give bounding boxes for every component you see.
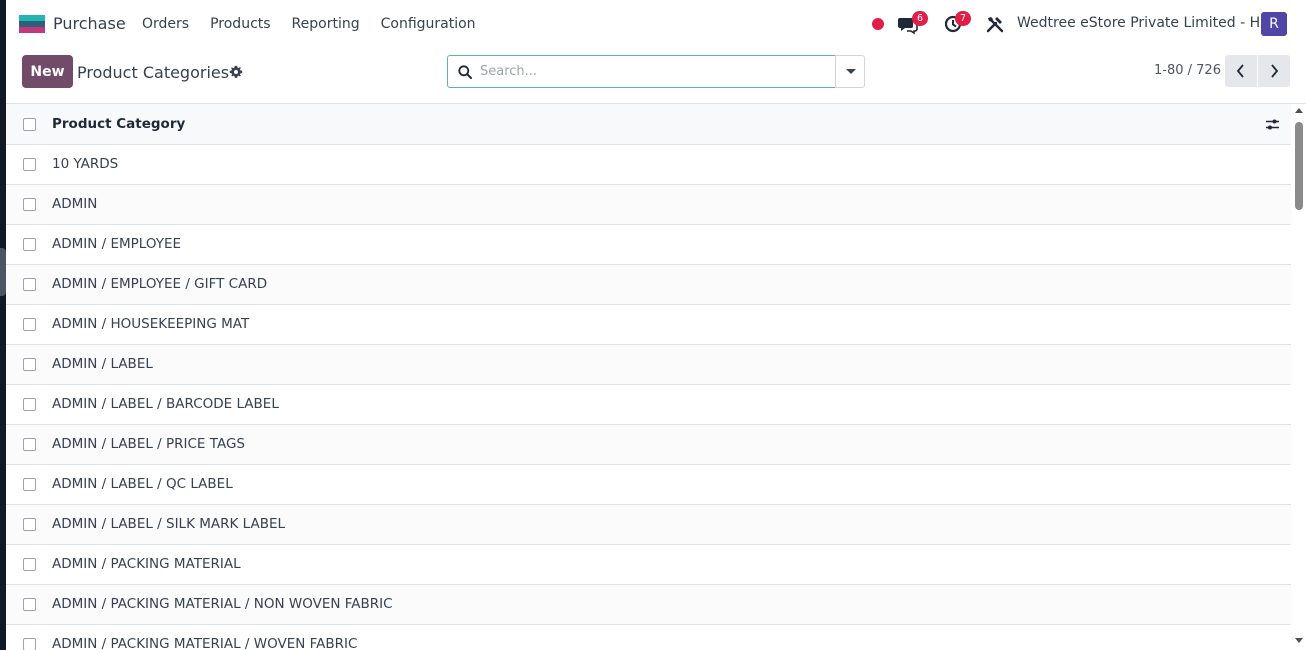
table-row[interactable]: ADMIN / EMPLOYEE / GIFT CARD bbox=[6, 265, 1291, 305]
category-name[interactable]: ADMIN / LABEL / BARCODE LABEL bbox=[52, 396, 279, 412]
category-name[interactable]: ADMIN / LABEL / QC LABEL bbox=[52, 476, 233, 492]
category-list: Product Category 10 YARDS ADMIN ADMIN / … bbox=[6, 104, 1291, 650]
menu-orders[interactable]: Orders bbox=[142, 16, 189, 32]
menu-reporting[interactable]: Reporting bbox=[292, 16, 360, 32]
menu-configuration[interactable]: Configuration bbox=[381, 16, 476, 32]
recording-indicator-icon[interactable] bbox=[872, 18, 884, 30]
table-row[interactable]: ADMIN / LABEL / PRICE TAGS bbox=[6, 425, 1291, 465]
row-checkbox[interactable] bbox=[23, 638, 36, 650]
table-row[interactable]: ADMIN / LABEL / BARCODE LABEL bbox=[6, 385, 1291, 425]
activities-count-badge: 7 bbox=[955, 11, 971, 26]
row-checkbox[interactable] bbox=[23, 478, 36, 491]
pager-value[interactable]: 1-80 / 726 bbox=[1154, 63, 1221, 78]
scroll-down-arrow-icon[interactable] bbox=[1295, 638, 1303, 643]
category-name[interactable]: 10 YARDS bbox=[52, 156, 118, 172]
page-title: Product Categories bbox=[77, 63, 230, 82]
category-name[interactable]: ADMIN / HOUSEKEEPING MAT bbox=[52, 316, 249, 332]
table-row[interactable]: ADMIN / LABEL / SILK MARK LABEL bbox=[6, 505, 1291, 545]
table-row[interactable]: ADMIN / LABEL bbox=[6, 345, 1291, 385]
category-name[interactable]: ADMIN / PACKING MATERIAL / WOVEN FABRIC bbox=[52, 636, 357, 650]
search-options-toggle[interactable] bbox=[835, 55, 865, 88]
pager-next-button[interactable] bbox=[1258, 55, 1290, 87]
caret-down-icon bbox=[846, 69, 856, 74]
user-avatar[interactable]: R bbox=[1261, 12, 1287, 36]
row-checkbox[interactable] bbox=[23, 438, 36, 451]
top-navbar: Purchase Orders Products Reporting Confi… bbox=[6, 0, 1306, 47]
control-panel: New Product Categories 1-80 / 726 bbox=[6, 47, 1306, 104]
category-name[interactable]: ADMIN bbox=[52, 196, 97, 212]
table-row[interactable]: ADMIN / PACKING MATERIAL / WOVEN FABRIC bbox=[6, 625, 1291, 650]
row-checkbox[interactable] bbox=[23, 398, 36, 411]
row-checkbox[interactable] bbox=[23, 358, 36, 371]
purchase-app-icon[interactable] bbox=[19, 15, 45, 33]
category-name[interactable]: ADMIN / PACKING MATERIAL bbox=[52, 556, 241, 572]
table-row[interactable]: ADMIN / PACKING MATERIAL bbox=[6, 545, 1291, 585]
row-checkbox[interactable] bbox=[23, 278, 36, 291]
app-window: Purchase Orders Products Reporting Confi… bbox=[6, 0, 1306, 650]
scroll-up-arrow-icon[interactable] bbox=[1295, 108, 1303, 113]
table-row[interactable]: ADMIN / EMPLOYEE bbox=[6, 225, 1291, 265]
column-header-product-category[interactable]: Product Category bbox=[52, 116, 185, 132]
table-row[interactable]: ADMIN / HOUSEKEEPING MAT bbox=[6, 305, 1291, 345]
row-checkbox[interactable] bbox=[23, 198, 36, 211]
row-checkbox[interactable] bbox=[23, 238, 36, 251]
messages-count-badge: 6 bbox=[912, 11, 928, 26]
search-icon bbox=[458, 65, 472, 79]
list-scrollbar[interactable] bbox=[1292, 104, 1306, 650]
optional-columns-sliders-icon[interactable] bbox=[1265, 117, 1280, 132]
chevron-left-icon bbox=[1236, 64, 1244, 78]
category-name[interactable]: ADMIN / PACKING MATERIAL / NON WOVEN FAB… bbox=[52, 596, 393, 612]
table-row[interactable]: ADMIN / LABEL / QC LABEL bbox=[6, 465, 1291, 505]
row-checkbox[interactable] bbox=[23, 518, 36, 531]
category-name[interactable]: ADMIN / LABEL / PRICE TAGS bbox=[52, 436, 245, 452]
list-header: Product Category bbox=[6, 104, 1291, 145]
table-row[interactable]: ADMIN bbox=[6, 185, 1291, 225]
category-name[interactable]: ADMIN / LABEL bbox=[52, 356, 153, 372]
new-button[interactable]: New bbox=[22, 55, 73, 88]
company-switcher[interactable]: Wedtree eStore Private Limited - HO bbox=[1017, 15, 1271, 31]
category-name[interactable]: ADMIN / EMPLOYEE bbox=[52, 236, 181, 252]
menu-products[interactable]: Products bbox=[210, 16, 270, 32]
row-checkbox[interactable] bbox=[23, 158, 36, 171]
table-row[interactable]: 10 YARDS bbox=[6, 145, 1291, 185]
row-checkbox[interactable] bbox=[23, 558, 36, 571]
table-row[interactable]: ADMIN / PACKING MATERIAL / NON WOVEN FAB… bbox=[6, 585, 1291, 625]
search-input[interactable] bbox=[480, 60, 830, 83]
main-menu: Orders Products Reporting Configuration bbox=[142, 16, 497, 32]
app-name[interactable]: Purchase bbox=[53, 14, 126, 33]
chevron-right-icon bbox=[1271, 64, 1279, 78]
select-all-checkbox[interactable] bbox=[23, 118, 36, 131]
category-name[interactable]: ADMIN / EMPLOYEE / GIFT CARD bbox=[52, 276, 267, 292]
gear-icon[interactable] bbox=[229, 65, 243, 79]
search-bar bbox=[447, 55, 836, 88]
row-checkbox[interactable] bbox=[23, 598, 36, 611]
category-name[interactable]: ADMIN / LABEL / SILK MARK LABEL bbox=[52, 516, 285, 532]
row-checkbox[interactable] bbox=[23, 318, 36, 331]
debug-tools-icon[interactable] bbox=[985, 14, 1005, 34]
pager-previous-button[interactable] bbox=[1225, 55, 1257, 87]
scroll-thumb[interactable] bbox=[1295, 122, 1303, 210]
